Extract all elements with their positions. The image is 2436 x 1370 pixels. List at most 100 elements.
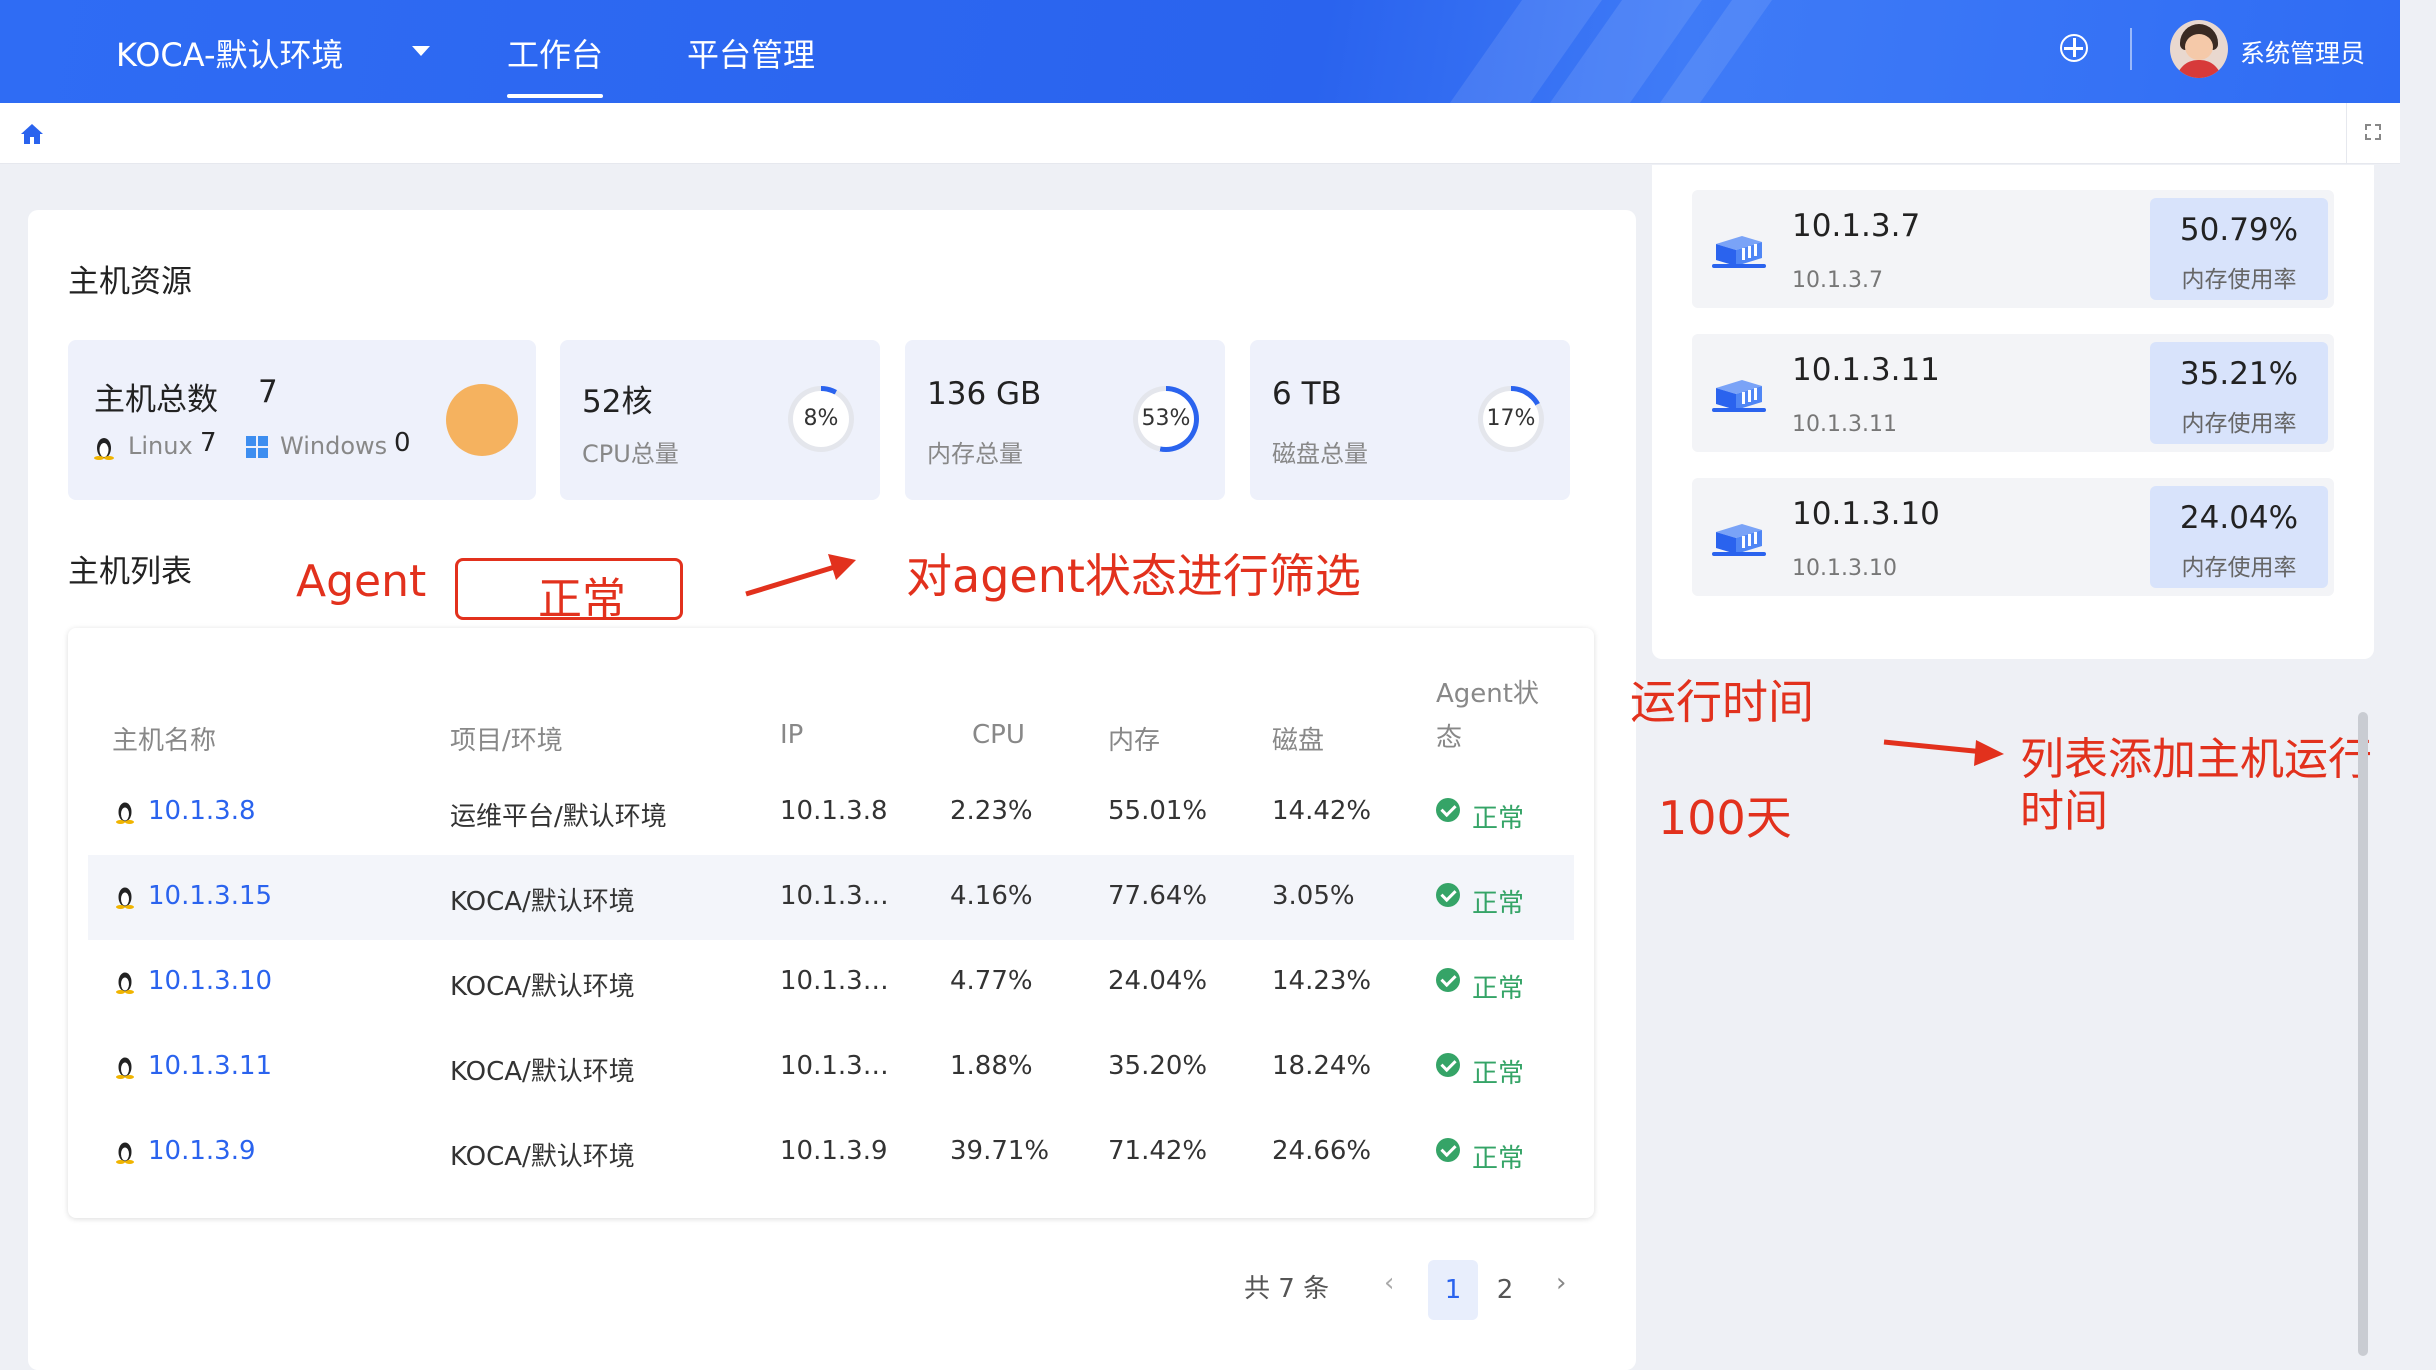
disk-total-value: 6 TB — [1272, 376, 1342, 412]
agent-status: 正常 — [1472, 889, 1525, 919]
memory-usage-badge: 24.04% 内存使用率 — [2150, 486, 2328, 588]
host-name-link[interactable]: 10.1.3.15 — [148, 881, 272, 911]
annotation-runtime-value: 100天 — [1658, 791, 1792, 845]
scrollbar[interactable] — [2358, 712, 2368, 1356]
cell-disk: 14.42% — [1272, 796, 1372, 826]
windows-icon — [246, 436, 268, 458]
user-name[interactable]: 系统管理员 — [2240, 34, 2365, 70]
cell-cpu: 4.16% — [950, 881, 1033, 911]
stat-card-disk: 6 TB 磁盘总量 17% — [1250, 340, 1570, 500]
cell-disk: 14.23% — [1272, 966, 1372, 996]
cell-mem: 77.64% — [1108, 881, 1208, 911]
col-header-memory[interactable]: 内存 — [1108, 720, 1160, 757]
host-name-link[interactable]: 10.1.3.10 — [148, 966, 272, 996]
cell-disk: 18.24% — [1272, 1051, 1372, 1081]
fullscreen-button[interactable] — [2346, 103, 2401, 163]
disk-usage-ring: 17% — [1478, 386, 1544, 452]
cell-project: 运维平台/默认环境 — [450, 802, 667, 832]
col-header-agent-status[interactable]: Agent状 态 — [1436, 672, 1539, 760]
annotation-agent: Agent — [296, 556, 427, 607]
annotation-runtime-note: 列表添加主机运行 时间 — [2020, 734, 2372, 838]
host-ip[interactable]: 10.1.3.11 — [1792, 352, 1940, 388]
cell-project: KOCA/默认环境 — [450, 1057, 635, 1087]
linux-icon — [116, 972, 134, 994]
page-1-button[interactable]: 1 — [1428, 1260, 1478, 1320]
home-icon[interactable] — [20, 123, 44, 145]
chevron-down-icon[interactable] — [412, 46, 430, 56]
check-circle-icon — [1436, 1053, 1460, 1077]
annotation-arrow-icon — [745, 554, 856, 597]
memory-usage-label: 内存使用率 — [2181, 267, 2297, 293]
memory-top-item[interactable]: 10.1.3.11 10.1.3.11 35.21% 内存使用率 — [1692, 334, 2334, 452]
env-selector[interactable]: KOCA-默认环境 — [116, 30, 344, 76]
cell-disk: 24.66% — [1272, 1136, 1372, 1166]
annotation-arrow-icon — [1883, 739, 2004, 766]
cell-cpu: 2.23% — [950, 796, 1033, 826]
host-sub-ip: 10.1.3.10 — [1792, 556, 1897, 581]
cell-mem: 71.42% — [1108, 1136, 1208, 1166]
server-icon — [1712, 236, 1766, 268]
avatar[interactable] — [2170, 20, 2228, 78]
annotation-filter-note: 对agent状态进行筛选 — [906, 549, 1361, 603]
linux-icon — [116, 1142, 134, 1164]
cell-cpu: 1.88% — [950, 1051, 1033, 1081]
col-header-project[interactable]: 项目/环境 — [450, 720, 563, 757]
cell-ip: 10.1.3… — [780, 881, 889, 911]
cpu-total-value: 52核 — [582, 384, 653, 420]
windows-label: Windows — [280, 432, 388, 460]
linux-icon — [116, 802, 134, 824]
cpu-usage-ring: 8% — [788, 386, 854, 452]
prev-page-icon[interactable]: ‹ — [1384, 1268, 1394, 1298]
memory-top-item[interactable]: 10.1.3.10 10.1.3.10 24.04% 内存使用率 — [1692, 478, 2334, 596]
table-row[interactable]: 10.1.3.10 KOCA/默认环境 10.1.3… 4.77% 24.04% 14.2… — [88, 940, 1574, 1025]
memory-top-item[interactable]: 10.1.3.7 10.1.3.7 50.79% 内存使用率 — [1692, 190, 2334, 308]
linux-icon — [116, 887, 134, 909]
agent-status: 正常 — [1472, 974, 1525, 1004]
nav-workbench[interactable]: 工作台 — [507, 30, 604, 98]
section-title-host-resources: 主机资源 — [68, 264, 192, 300]
agent-status: 正常 — [1472, 1059, 1525, 1089]
col-header-host-name[interactable]: 主机名称 — [112, 720, 216, 757]
linux-icon — [94, 438, 114, 460]
host-name-link[interactable]: 10.1.3.8 — [148, 796, 256, 826]
table-row[interactable]: 10.1.3.11 KOCA/默认环境 10.1.3… 1.88% 35.20% 18.2… — [88, 1025, 1574, 1110]
col-header-agent-status-line2: 态 — [1436, 723, 1463, 753]
linux-label: Linux — [128, 432, 193, 460]
globe-icon[interactable] — [2060, 34, 2088, 62]
cell-ip: 10.1.3… — [780, 1051, 889, 1081]
table-row[interactable]: 10.1.3.15 KOCA/默认环境 10.1.3… 4.16% 77.64% 3.05… — [88, 855, 1574, 940]
host-total-indicator — [446, 384, 518, 456]
cpu-total-label: CPU总量 — [582, 440, 679, 468]
col-header-disk[interactable]: 磁盘 — [1272, 720, 1324, 757]
host-sub-ip: 10.1.3.7 — [1792, 268, 1883, 293]
agent-status: 正常 — [1472, 1144, 1525, 1174]
cell-cpu: 4.77% — [950, 966, 1033, 996]
table-row[interactable]: 10.1.3.8 运维平台/默认环境 10.1.3.8 2.23% 55.01% 14.4… — [88, 770, 1574, 855]
table-row[interactable]: 10.1.3.9 KOCA/默认环境 10.1.3.9 39.71% 71.42% 24.… — [88, 1110, 1574, 1195]
top-navbar: KOCA-默认环境 工作台 平台管理 系统管理员 — [0, 0, 2400, 103]
memory-total-label: 内存总量 — [927, 440, 1023, 468]
cell-project: KOCA/默认环境 — [450, 1142, 635, 1172]
memory-usage-value: 50.79% — [2179, 212, 2299, 248]
nav-platform-admin[interactable]: 平台管理 — [687, 30, 815, 76]
host-total-value: 7 — [258, 374, 278, 410]
annotation-runtime-note-line1: 列表添加主机运行 — [2020, 734, 2372, 785]
windows-count: 0 — [394, 428, 411, 458]
page-2-button[interactable]: 2 — [1480, 1260, 1530, 1320]
host-ip[interactable]: 10.1.3.7 — [1792, 208, 1920, 244]
next-page-icon[interactable]: › — [1556, 1268, 1566, 1298]
memory-usage-value: 24.04% — [2179, 500, 2299, 536]
host-name-link[interactable]: 10.1.3.11 — [148, 1051, 272, 1081]
col-header-ip[interactable]: IP — [780, 720, 803, 750]
annotation-filter-box: 正常 — [455, 558, 683, 625]
server-icon — [1712, 380, 1766, 412]
host-name-link[interactable]: 10.1.3.9 — [148, 1136, 256, 1166]
cell-mem: 24.04% — [1108, 966, 1208, 996]
tab-bar — [0, 103, 2400, 164]
host-ip[interactable]: 10.1.3.10 — [1792, 496, 1940, 532]
check-circle-icon — [1436, 1138, 1460, 1162]
memory-usage-label: 内存使用率 — [2181, 411, 2297, 437]
col-header-cpu[interactable]: CPU — [972, 720, 1025, 750]
annotation-agent-box-text: 正常 — [538, 574, 626, 625]
annotation-runtime-title: 运行时间 — [1630, 675, 1814, 729]
